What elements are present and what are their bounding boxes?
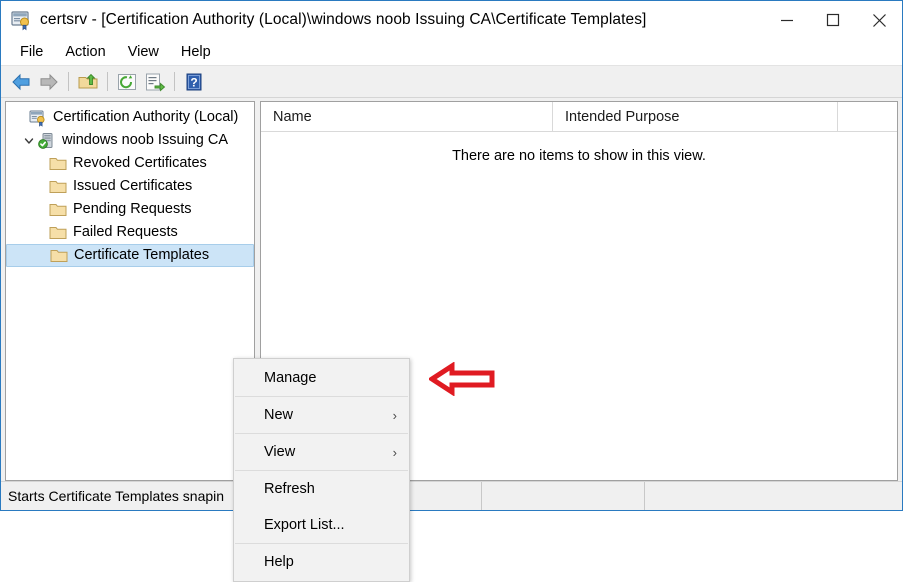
tree-node-pending-requests[interactable]: Pending Requests bbox=[6, 198, 254, 221]
menu-action[interactable]: Action bbox=[54, 41, 116, 64]
context-menu-item-manage[interactable]: Manage bbox=[234, 360, 409, 396]
back-icon[interactable] bbox=[7, 69, 35, 95]
context-menu-item-label: Manage bbox=[264, 370, 317, 386]
window-controls bbox=[764, 1, 902, 39]
toolbar-separator bbox=[68, 72, 69, 91]
tree-node-revoked-certificates[interactable]: Revoked Certificates bbox=[6, 152, 254, 175]
tree-pane: Certification Authority (Local) windows … bbox=[5, 101, 255, 481]
minimize-button[interactable] bbox=[764, 1, 810, 39]
tree-node-label: Issued Certificates bbox=[73, 178, 193, 194]
menu-file[interactable]: File bbox=[9, 41, 54, 64]
context-menu-item-label: View bbox=[264, 444, 296, 460]
context-menu: Manage New › View › Refresh Export List.… bbox=[233, 358, 410, 582]
tree-node-certification-authority-local[interactable]: Certification Authority (Local) bbox=[6, 106, 254, 129]
context-menu-item-label: Help bbox=[264, 554, 294, 570]
context-menu-item-label: Export List... bbox=[264, 517, 345, 533]
maximize-button[interactable] bbox=[810, 1, 856, 39]
title-bar: certsrv - [Certification Authority (Loca… bbox=[1, 1, 902, 39]
tree-node-label: windows noob Issuing CA bbox=[62, 132, 229, 148]
context-menu-item-label: New bbox=[264, 407, 294, 423]
toolbar-separator bbox=[174, 72, 175, 91]
context-menu-item-new[interactable]: New › bbox=[234, 397, 409, 433]
forward-icon[interactable] bbox=[35, 69, 63, 95]
export-list-icon[interactable] bbox=[141, 69, 169, 95]
folder-icon bbox=[49, 201, 67, 219]
column-header-filler bbox=[838, 102, 897, 131]
chevron-right-icon: › bbox=[392, 407, 397, 423]
menu-view[interactable]: View bbox=[117, 41, 170, 64]
folder-icon bbox=[49, 224, 67, 242]
tree-node-label: Pending Requests bbox=[73, 201, 192, 217]
context-menu-item-view[interactable]: View › bbox=[234, 434, 409, 470]
folder-icon bbox=[49, 155, 67, 173]
tree-node-label: Revoked Certificates bbox=[73, 155, 207, 171]
context-menu-item-export-list[interactable]: Export List... bbox=[234, 507, 409, 543]
tree-node-certificate-templates[interactable]: Certificate Templates bbox=[6, 244, 254, 267]
context-menu-item-refresh[interactable]: Refresh bbox=[234, 471, 409, 507]
tree-node-windows-noob-issuing-ca[interactable]: windows noob Issuing CA bbox=[6, 129, 254, 152]
status-panel-2 bbox=[644, 482, 902, 510]
refresh-icon[interactable] bbox=[113, 69, 141, 95]
tree-node-issued-certificates[interactable]: Issued Certificates bbox=[6, 175, 254, 198]
console-root-icon bbox=[29, 109, 47, 127]
status-bar: Starts Certificate Templates snapin bbox=[1, 481, 902, 510]
tree-node-label: Certificate Templates bbox=[74, 247, 210, 263]
window-title: certsrv - [Certification Authority (Loca… bbox=[40, 11, 647, 28]
tree-node-failed-requests[interactable]: Failed Requests bbox=[6, 221, 254, 244]
certsrv-mmc-window: certsrv - [Certification Authority (Loca… bbox=[0, 0, 903, 582]
status-panel-1 bbox=[481, 482, 644, 510]
toolbar-separator bbox=[107, 72, 108, 91]
expander-placeholder bbox=[11, 106, 29, 129]
empty-list-message: There are no items to show in this view. bbox=[452, 148, 706, 164]
toolbar: ? bbox=[1, 66, 902, 98]
svg-text:?: ? bbox=[190, 75, 197, 89]
column-header-intended-purpose[interactable]: Intended Purpose bbox=[553, 102, 838, 131]
close-button[interactable] bbox=[856, 1, 902, 39]
console-tree: Certification Authority (Local) windows … bbox=[6, 102, 254, 267]
tree-node-label: Certification Authority (Local) bbox=[53, 109, 239, 125]
context-menu-item-help[interactable]: Help bbox=[234, 544, 409, 580]
up-folder-icon[interactable] bbox=[74, 69, 102, 95]
help-icon[interactable]: ? bbox=[180, 69, 208, 95]
chevron-right-icon: › bbox=[392, 444, 397, 460]
content-panes: Certification Authority (Local) windows … bbox=[1, 98, 902, 582]
context-menu-item-label: Refresh bbox=[264, 481, 315, 497]
folder-icon bbox=[50, 247, 68, 265]
tree-node-label: Failed Requests bbox=[73, 224, 178, 240]
chevron-down-icon[interactable] bbox=[20, 129, 38, 152]
menu-bar: File Action View Help bbox=[1, 39, 902, 66]
ca-server-icon bbox=[38, 132, 56, 150]
list-column-headers: Name Intended Purpose bbox=[261, 102, 897, 132]
folder-icon bbox=[49, 178, 67, 196]
column-header-name[interactable]: Name bbox=[261, 102, 553, 131]
certsrv-console-icon bbox=[10, 9, 32, 31]
menu-help[interactable]: Help bbox=[170, 41, 222, 64]
